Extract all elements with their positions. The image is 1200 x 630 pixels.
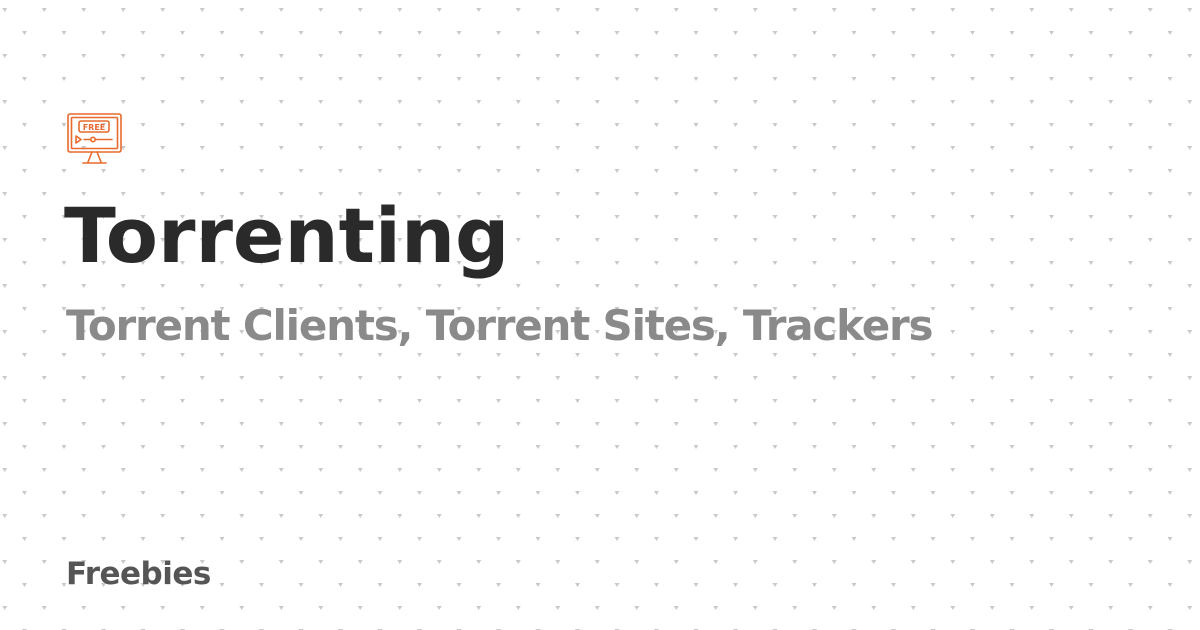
page-title: Torrenting xyxy=(64,191,510,280)
free-monitor-icon: FREE xyxy=(66,112,124,168)
page: { "logo": { "icon": "free-monitor-icon",… xyxy=(0,0,1200,630)
logo-text: FREE xyxy=(83,123,106,132)
page-subtitle: Torrent Clients, Torrent Sites, Trackers xyxy=(66,301,934,350)
category-label: Freebies xyxy=(66,556,211,592)
